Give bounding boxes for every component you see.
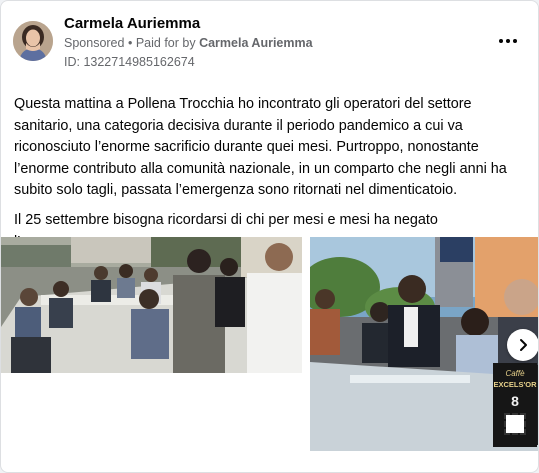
more-options-icon [513,39,517,43]
post-photo-2[interactable]: Caffè EXCELS'OR 8 [310,237,538,451]
more-options-icon [506,39,510,43]
author-name[interactable]: Carmela Auriemma [64,15,200,32]
more-options-icon [499,39,503,43]
next-photo-button[interactable] [507,329,538,361]
sign-card: Caffè EXCELS'OR 8 [493,363,537,447]
chevron-right-icon [520,339,527,351]
sponsored-line: Sponsored • Paid for by Carmela Auriemma [64,36,313,50]
post-photo-1[interactable] [1,237,302,373]
avatar-image [13,21,53,61]
paid-for-prefix: Paid for by [135,36,196,50]
paid-for-name[interactable]: Carmela Auriemma [199,36,312,50]
photo-meeting-table [1,237,302,373]
sign-text-brand: EXCELS'OR [493,380,537,389]
qr-code [504,413,526,435]
ad-post-card: Carmela Auriemma Sponsored • Paid for by… [0,0,539,473]
ad-id: ID: 1322714985162674 [64,55,195,69]
post-body-paragraph-1: Questa mattina a Pollena Trocchia ho inc… [14,96,511,199]
more-options-button[interactable] [494,31,522,51]
sign-text-number: 8 [511,393,519,409]
separator-dot: • [127,36,133,50]
sign-text-top: Caffè [505,369,525,378]
post-header: Carmela Auriemma Sponsored • Paid for by… [13,15,528,73]
sponsored-label: Sponsored [64,36,125,50]
avatar[interactable] [13,21,53,61]
